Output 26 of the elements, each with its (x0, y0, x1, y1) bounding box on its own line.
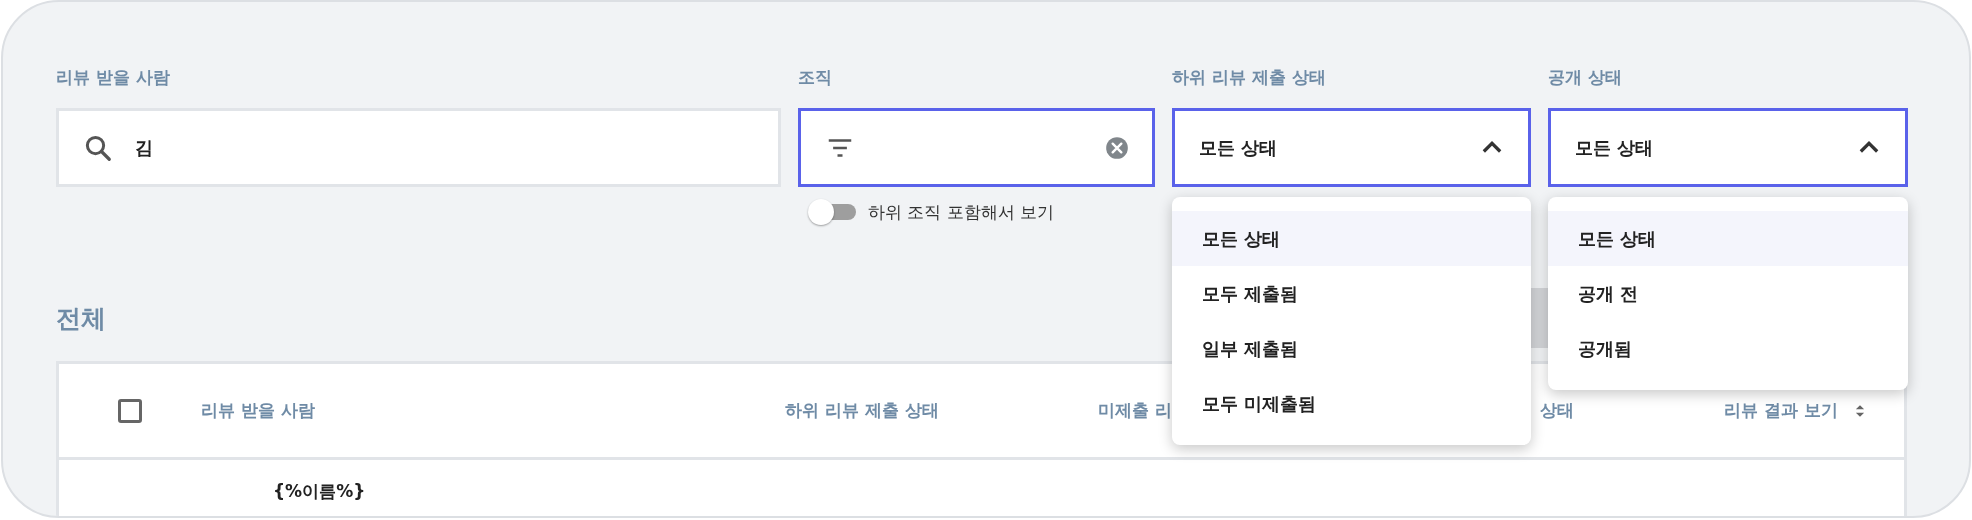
status-dropdown[interactable]: 모든 상태 (1172, 108, 1531, 187)
column-header: 리뷰 받을 사람 (201, 399, 315, 422)
filter-field[interactable] (798, 108, 1155, 187)
column-header: 리뷰 결과 보기 (1724, 399, 1838, 422)
menu-item[interactable]: 모두 제출됨 (1172, 266, 1531, 321)
menu-item[interactable]: 일부 제출됨 (1172, 321, 1531, 376)
toggle-label: 하위 조직 포함해서 보기 (868, 200, 1055, 224)
column-header: 미제출 리 (1098, 399, 1172, 422)
field-label: 공개 상태 (1548, 66, 1622, 89)
menu-item[interactable]: 모든 상태 (1172, 211, 1531, 266)
menu-item[interactable]: 모든 상태 (1548, 211, 1908, 266)
column-header: 하위 리뷰 제출 상태 (785, 399, 939, 422)
field-label: 조직 (798, 66, 832, 89)
section-title: 전체 (56, 302, 106, 335)
clear-icon[interactable] (1104, 134, 1130, 161)
status-dropdown[interactable]: 모든 상태 (1548, 108, 1908, 187)
menu-item[interactable]: 공개 전 (1548, 266, 1908, 321)
menu-item[interactable]: 공개됨 (1548, 321, 1908, 376)
menu-item[interactable]: 모두 미제출됨 (1172, 376, 1531, 431)
field-label: 리뷰 받을 사람 (56, 66, 170, 89)
table-cell: {%이름%} (273, 481, 366, 501)
toggle-switch[interactable] (808, 199, 856, 225)
field-label: 하위 리뷰 제출 상태 (1172, 66, 1326, 89)
column-header: 상태 (1540, 399, 1574, 422)
search-field[interactable]: 김 (56, 108, 781, 187)
checkbox[interactable] (118, 398, 142, 423)
